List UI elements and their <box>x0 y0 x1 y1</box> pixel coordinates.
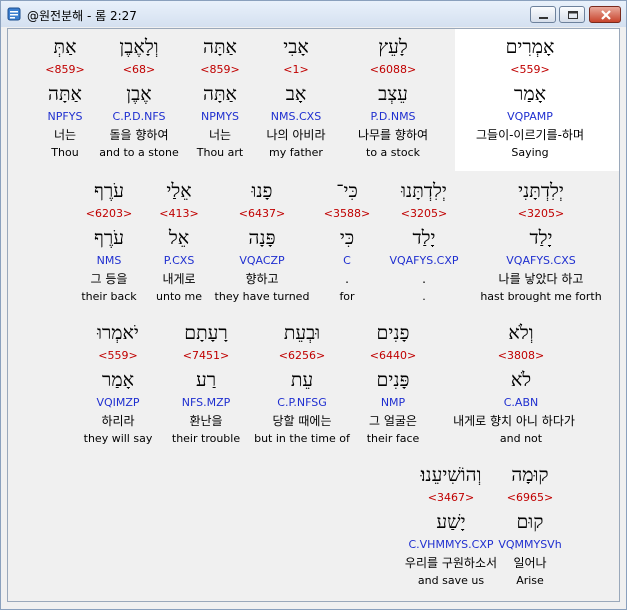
title-bar[interactable]: @원전분해 - 롬 2:27 <box>1 1 626 27</box>
word-card[interactable]: יֹאמְרוּ <559> אָמַר VQIMZP 하리라 they wil… <box>66 315 170 453</box>
strong-number[interactable]: <6256> <box>250 349 354 363</box>
word-card[interactable]: אָמְרִים <559> אָמַר VQPAMP 그들이-이르기를-하며 … <box>476 29 584 171</box>
hebrew-word: וְהוֹשִׁיעֵנוּ׃ <box>420 464 482 486</box>
morphology-code: C.P.NFSG <box>277 396 327 409</box>
korean-gloss: 하리라 <box>101 414 135 428</box>
hebrew-word: וְלֹא <box>508 322 534 344</box>
lexical-form: עֹרֶף <box>94 227 124 249</box>
english-gloss: their back <box>81 290 137 303</box>
strong-number[interactable]: <6440> <box>341 349 445 363</box>
english-gloss: to a stock <box>366 146 420 159</box>
morphology-code: VQPAMP <box>507 110 553 123</box>
word-card[interactable]: פָנִים <6440> פָּנִים NMP 그 얼굴은 their fa… <box>341 315 445 453</box>
maximize-button[interactable] <box>559 6 585 23</box>
word-card[interactable]: וְהוֹשִׁיעֵנוּ׃ <3467> יָשַׁע C.VHMMYS.C… <box>394 457 508 595</box>
morphology-code: C.VHMMYS.CXP <box>408 538 494 551</box>
strong-number[interactable]: <859> <box>13 63 117 77</box>
hebrew-word: וּבְעֵת <box>283 322 321 344</box>
strong-number[interactable]: <559> <box>66 349 170 363</box>
morphology-code: NMS <box>96 254 122 267</box>
english-gloss: but in the time of <box>254 432 350 445</box>
strong-number[interactable]: <6088> <box>341 63 445 77</box>
lexical-form: עֵצְב <box>378 83 408 105</box>
hebrew-word: אַתְּ <box>53 36 77 58</box>
minimize-icon <box>539 17 548 19</box>
hebrew-word: פָנִים <box>376 322 410 344</box>
lexical-form: אָמַר <box>514 83 546 105</box>
english-gloss: Thou <box>51 146 79 159</box>
lexical-form: אָמַר <box>102 369 134 391</box>
hebrew-word: יְלִדְתָּנִי <box>518 180 564 202</box>
korean-gloss: 당할 때에는 <box>272 414 332 428</box>
lexical-form: יָשַׁע <box>436 511 466 533</box>
word-analysis-panel: אָמְרִים <559> אָמַר VQPAMP 그들이-이르기를-하며 … <box>7 28 620 602</box>
strong-number[interactable]: <3205> <box>489 207 593 221</box>
korean-gloss: 나무를 향하여 <box>357 128 429 142</box>
app-icon <box>7 7 21 21</box>
strong-number[interactable]: <6203> <box>57 207 161 221</box>
word-card[interactable]: יְלִדְתָּנִי <3205> יָלַד VQAFYS.CXS 나를 … <box>480 173 601 311</box>
korean-gloss: 우리를 구원하소서 <box>404 556 498 570</box>
english-gloss: they will say <box>83 432 153 445</box>
word-card[interactable]: עֹרֶף <6203> עֹרֶף NMS 그 등을 their back <box>57 173 161 311</box>
korean-gloss: 내게로 향치 아니 하다가 <box>453 414 575 428</box>
word-card[interactable]: וּבְעֵת <6256> עֵת C.P.NFSG 당할 때에는 but i… <box>250 315 354 453</box>
korean-gloss: 나를 낳았다 하고 <box>498 272 584 286</box>
korean-gloss: 너는 <box>53 128 77 142</box>
lexical-form: עֵת <box>290 369 314 391</box>
korean-gloss: 그들이-이르기를-하며 <box>475 128 585 142</box>
minimize-button[interactable] <box>530 6 556 23</box>
morphology-code: NMP <box>380 396 406 409</box>
lexical-form: יָלַד <box>529 227 553 249</box>
strong-number[interactable]: <559> <box>478 63 582 77</box>
english-gloss: their face <box>366 432 420 445</box>
app-window: @원전분해 - 롬 2:27 אָמְרִים <559> אָמַר VQPA… <box>0 0 627 610</box>
english-gloss: hast brought me forth <box>480 290 602 303</box>
strong-number[interactable]: <3467> <box>394 491 508 505</box>
word-card[interactable]: לָעֵץ <6088> עֵצְב P.D.NMS 나무를 향하여 to a … <box>341 29 445 171</box>
word-card[interactable]: אַתְּ <859> אַתָּה NPFYS 너는 Thou <box>13 29 117 171</box>
word-card[interactable]: וְלֹא <3808> לֹא C.ABN 내게로 향치 아니 하다가 and… <box>453 315 575 453</box>
english-gloss: Saying <box>511 146 549 159</box>
window-title: @원전분해 - 롬 2:27 <box>27 9 137 23</box>
lexical-form: אַתָּה <box>48 83 82 105</box>
hebrew-word: עֹרֶף <box>94 180 124 202</box>
strong-number[interactable]: <3808> <box>469 349 573 363</box>
lexical-form: לֹא <box>510 369 532 391</box>
english-gloss: and save us <box>417 574 485 587</box>
morphology-code: C.ABN <box>503 396 539 409</box>
korean-gloss: 그 등을 <box>90 272 128 286</box>
maximize-icon <box>568 11 578 19</box>
morphology-code: P.D.NMS <box>370 110 416 123</box>
hebrew-word: יֹאמְרוּ <box>97 322 139 344</box>
hebrew-word: לָעֵץ <box>378 36 408 58</box>
korean-gloss: 그 얼굴은 <box>369 414 417 428</box>
morphology-code: VQAFYS.CXS <box>506 254 576 267</box>
english-gloss: and not <box>499 432 543 445</box>
lexical-form: פָּנִים <box>376 369 410 391</box>
close-icon <box>601 10 611 20</box>
hebrew-word: אָמְרִים <box>505 36 555 58</box>
morphology-code: VQIMZP <box>96 396 140 409</box>
morphology-code: NPFYS <box>47 110 83 123</box>
close-button[interactable] <box>589 6 621 23</box>
